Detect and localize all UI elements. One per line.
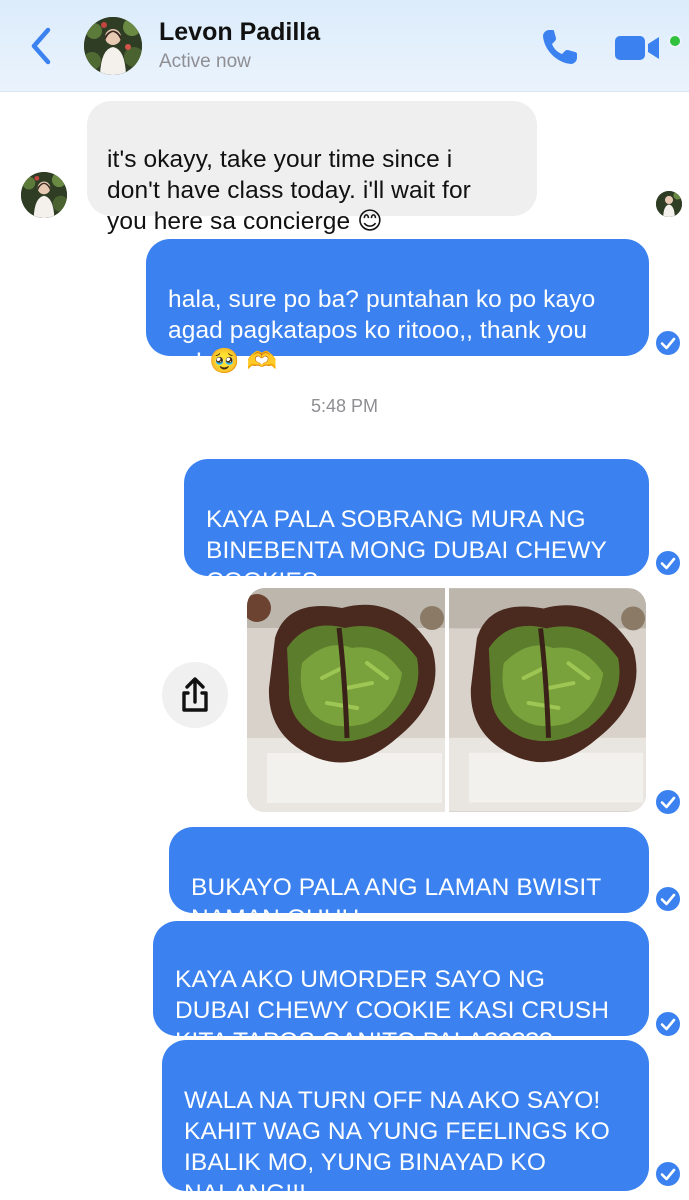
photo-attachment[interactable] (449, 588, 646, 812)
call-button[interactable] (538, 25, 582, 69)
contact-avatar[interactable] (84, 17, 142, 75)
avatar-image (84, 17, 142, 75)
delivered-check (654, 1160, 682, 1188)
message-bubble-received[interactable]: it's okayy, take your time since i don't… (87, 101, 537, 235)
cookie-photo (247, 588, 445, 812)
chat-header: Levon Padilla Active now (0, 0, 689, 92)
message-text: WALA NA TURN OFF NA AKO SAYO! KAHIT WAG … (184, 1087, 610, 1200)
video-camera-icon (615, 36, 659, 60)
share-icon (182, 677, 208, 712)
contact-name[interactable]: Levon Padilla (159, 18, 320, 47)
phone-icon (543, 30, 577, 64)
sender-avatar[interactable] (21, 172, 67, 218)
check-icon (660, 893, 676, 906)
share-button[interactable] (162, 662, 228, 728)
message-text: it's okayy, take your time since i don't… (107, 146, 471, 235)
delivered-check (654, 885, 682, 913)
delivered-check (654, 549, 682, 577)
check-icon (660, 557, 676, 570)
check-icon (660, 337, 676, 350)
check-icon (660, 796, 676, 809)
video-call-button[interactable] (611, 28, 667, 68)
message-text: hala, sure po ba? puntahan ko po kayo ag… (168, 286, 596, 375)
message-bubble-sent[interactable]: hala, sure po ba? puntahan ko po kayo ag… (146, 239, 649, 375)
photo-attachment[interactable] (247, 588, 445, 812)
chevron-left-icon (31, 27, 51, 65)
seen-avatar (656, 191, 682, 217)
timestamp: 5:48 PM (310, 396, 379, 416)
avatar-image (21, 172, 67, 218)
cookie-photo (449, 588, 646, 812)
delivered-check (654, 788, 682, 816)
message-bubble-sent[interactable]: BUKAYO PALA ANG LAMAN BWISIT NAMAN OHHH (169, 827, 649, 932)
back-button[interactable] (22, 24, 62, 68)
online-indicator (668, 34, 682, 48)
check-icon (660, 1018, 676, 1031)
message-bubble-sent[interactable]: KAYA PALA SOBRANG MURA NG BINEBENTA MONG… (184, 459, 649, 595)
avatar-image (656, 191, 682, 217)
message-text: KAYA PALA SOBRANG MURA NG BINEBENTA MONG… (206, 506, 607, 595)
message-bubble-sent[interactable]: KAYA AKO UMORDER SAYO NG DUBAI CHEWY COO… (153, 921, 649, 1055)
check-icon (660, 1168, 676, 1181)
delivered-check (654, 329, 682, 357)
delivered-check (654, 1010, 682, 1038)
message-bubble-sent[interactable]: WALA NA TURN OFF NA AKO SAYO! KAHIT WAG … (162, 1040, 649, 1200)
active-status: Active now (159, 51, 251, 72)
